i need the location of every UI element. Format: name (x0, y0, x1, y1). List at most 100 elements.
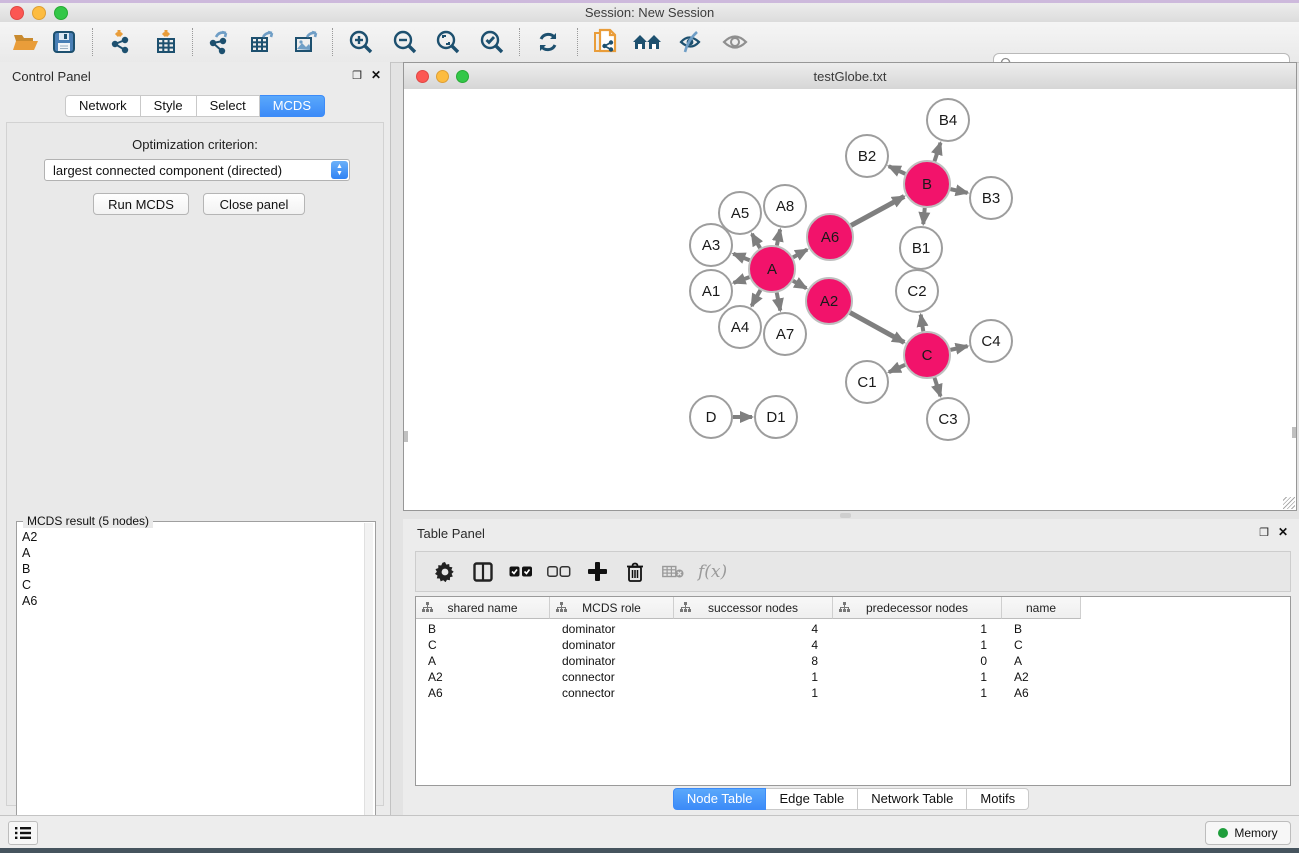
table-close-panel-icon[interactable]: ✕ (1278, 525, 1288, 539)
tab-edge-table[interactable]: Edge Table (766, 788, 858, 810)
home-button[interactable] (629, 25, 665, 59)
network-canvas[interactable]: AA1A2A3A4A5A6A7A8BB1B2B3B4CC1C2C3C4DD1 (404, 89, 1296, 510)
network-window-titlebar[interactable]: testGlobe.txt (404, 63, 1296, 90)
graph-edge-B-B1[interactable] (923, 208, 925, 224)
table-row[interactable]: Adominator80A (416, 653, 1290, 669)
graph-edge-C-C4[interactable] (950, 346, 967, 350)
column-header-predecessor-nodes[interactable]: predecessor nodes (833, 597, 1002, 619)
network-minimize-button[interactable] (436, 70, 449, 83)
select-stepper-icon: ▲▼ (331, 161, 348, 179)
export-table-button[interactable] (244, 25, 280, 59)
add-column-button[interactable] (578, 555, 616, 589)
table-row[interactable]: A2connector11A2 (416, 669, 1290, 685)
deselect-all-columns-button[interactable] (540, 555, 578, 589)
open-session-file-button[interactable] (588, 25, 624, 59)
zoom-out-button[interactable] (387, 25, 423, 59)
tab-network-table[interactable]: Network Table (858, 788, 967, 810)
result-list-item[interactable]: C (19, 577, 364, 593)
table-row[interactable]: Bdominator41B (416, 621, 1290, 637)
table-settings-button[interactable] (426, 555, 464, 589)
graph-edge-B-B2[interactable] (889, 166, 906, 174)
table-row[interactable]: A6connector11A6 (416, 685, 1290, 701)
toolbar-separator (519, 28, 520, 56)
graph-edge-C-C1[interactable] (889, 365, 905, 372)
column-header-successor-nodes[interactable]: successor nodes (674, 597, 833, 619)
graph-edge-B-B4[interactable] (934, 143, 940, 161)
table-cell: 1 (674, 669, 833, 685)
save-session-button[interactable] (46, 25, 82, 59)
show-graphics-details-button[interactable] (717, 25, 753, 59)
graph-edge-A-A6[interactable] (793, 250, 807, 258)
result-list-item[interactable]: A2 (19, 529, 364, 545)
select-all-columns-button[interactable] (502, 555, 540, 589)
task-history-button[interactable] (8, 821, 38, 845)
table-cell: 1 (833, 637, 1002, 653)
table-float-panel-icon[interactable]: ❐ (1259, 526, 1269, 539)
tab-style[interactable]: Style (141, 95, 197, 117)
graph-edge-A6-B[interactable] (851, 196, 904, 225)
graph-edge-A-A1[interactable] (734, 277, 750, 283)
tab-mcds[interactable]: MCDS (260, 95, 325, 117)
table-cell: B (416, 621, 550, 637)
trash-icon (626, 562, 644, 582)
import-table-button[interactable] (148, 25, 184, 59)
node-table[interactable]: shared nameMCDS rolesuccessor nodesprede… (415, 596, 1291, 786)
graph-edge-A-A8[interactable] (777, 230, 780, 246)
network-close-button[interactable] (416, 70, 429, 83)
open-session-button[interactable] (8, 25, 44, 59)
delete-column-button[interactable] (616, 555, 654, 589)
zoom-window-button[interactable] (54, 6, 68, 20)
table-body: Bdominator41BCdominator41CAdominator80AA… (416, 621, 1290, 701)
column-header-shared-name[interactable]: shared name (416, 597, 550, 619)
column-header-name[interactable]: name (1002, 597, 1081, 619)
function-builder-button[interactable]: f(x) (698, 562, 727, 582)
export-image-button[interactable] (288, 25, 324, 59)
network-window-controls (416, 70, 469, 83)
column-view-button[interactable] (464, 555, 502, 589)
refresh-view-button[interactable] (530, 25, 566, 59)
tab-node-table[interactable]: Node Table (673, 788, 767, 810)
graph-edge-A-A3[interactable] (733, 254, 749, 260)
criterion-select[interactable]: largest connected component (directed) ▲… (44, 159, 350, 181)
window-resize-grip[interactable] (1283, 497, 1295, 509)
delete-table-button[interactable] (654, 555, 692, 589)
graph-edge-C-C3[interactable] (934, 378, 940, 396)
network-zoom-button[interactable] (456, 70, 469, 83)
window-controls (10, 3, 68, 22)
result-list-item[interactable]: A6 (19, 593, 364, 609)
graph-edge-A-A2[interactable] (793, 281, 806, 289)
zoom-selected-button[interactable] (474, 25, 510, 59)
result-list-item[interactable]: B (19, 561, 364, 577)
tab-select[interactable]: Select (197, 95, 260, 117)
column-header-mcds-role[interactable]: MCDS role (550, 597, 674, 619)
graph-edge-C-C2[interactable] (921, 315, 924, 332)
panel-splitter-handle[interactable] (840, 513, 851, 518)
tab-network[interactable]: Network (65, 95, 141, 117)
zoom-fit-button[interactable] (430, 25, 466, 59)
window-titlebar[interactable]: Session: New Session (0, 3, 1299, 22)
graph-edge-A-A7[interactable] (777, 293, 781, 311)
graph-edge-A2-C[interactable] (850, 313, 904, 343)
tab-motifs[interactable]: Motifs (967, 788, 1029, 810)
result-scrollbar[interactable] (364, 523, 373, 853)
table-cell: 0 (833, 653, 1002, 669)
close-panel-icon[interactable]: ✕ (371, 68, 381, 82)
graph-edge-B-B3[interactable] (950, 189, 967, 193)
graph-node-label: B3 (982, 190, 1000, 207)
hide-graphics-details-button[interactable] (673, 25, 709, 59)
run-mcds-button[interactable]: Run MCDS (93, 193, 189, 215)
zoom-in-button[interactable] (343, 25, 379, 59)
close-panel-button[interactable]: Close panel (203, 193, 305, 215)
graph-node-label: A7 (776, 326, 794, 343)
memory-button[interactable]: Memory (1205, 821, 1291, 845)
minimize-window-button[interactable] (32, 6, 46, 20)
table-row[interactable]: Cdominator41C (416, 637, 1290, 653)
export-network-button[interactable] (201, 25, 237, 59)
float-panel-icon[interactable]: ❐ (352, 69, 362, 82)
network-graph[interactable]: AA1A2A3A4A5A6A7A8BB1B2B3B4CC1C2C3C4DD1 (404, 89, 1296, 510)
graph-edge-A-A5[interactable] (752, 234, 760, 248)
result-list-item[interactable]: A (19, 545, 364, 561)
graph-edge-A-A4[interactable] (752, 290, 761, 306)
close-window-button[interactable] (10, 6, 24, 20)
import-network-button[interactable] (102, 25, 138, 59)
